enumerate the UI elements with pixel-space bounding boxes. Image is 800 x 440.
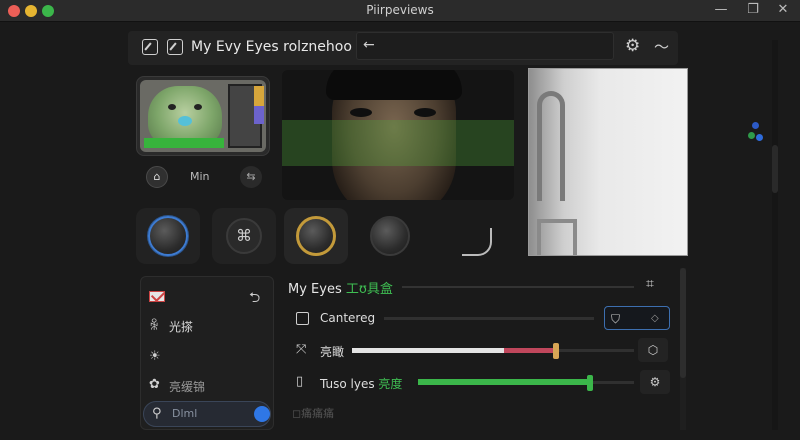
blue-dot [752, 122, 759, 129]
app-window: Piirpeviews — ❐ ✕ My Evy Eyes rolznehoo … [0, 0, 800, 440]
toolbar: My Evy Eyes rolznehoo ← ⚙ 〜 [128, 31, 678, 65]
status-dots [748, 122, 766, 144]
panel-title-cn: 工ʊ具盒 [345, 282, 393, 297]
dial-amber[interactable] [284, 208, 348, 264]
search-icon: ⚲ [152, 406, 162, 421]
wave-icon[interactable]: 〜 [654, 36, 669, 57]
door-stripe-purple [254, 106, 264, 124]
knob-icon [148, 216, 188, 256]
window-scrollbar-thumb[interactable] [772, 145, 778, 193]
footer-text: ◻痛痛痛 [292, 407, 335, 420]
gear-icon[interactable]: ⚙ [640, 370, 670, 394]
dog-collar [144, 138, 224, 148]
green-dot [748, 132, 755, 139]
row-tuso-lyes: ▯ Tuso lyes 亮度 ⚙ [284, 368, 680, 396]
hook-icon [446, 216, 492, 256]
toolbar-title: My Evy Eyes rolznehoo [191, 39, 352, 55]
window-title: Piirpeviews [366, 3, 434, 17]
shuffle-icon: ⤧ [296, 342, 307, 357]
sun-icon: ☀ [149, 349, 161, 364]
cantereg-checkbox[interactable] [296, 312, 309, 325]
sidebar-item-guangcha[interactable]: ꆜ 光搽 [141, 311, 275, 339]
return-icon[interactable]: ⮌ [249, 287, 260, 311]
sidebar-item-brightness[interactable]: ☀ [141, 343, 275, 371]
min-label[interactable]: Min [190, 170, 210, 183]
dog-eye-right [194, 104, 202, 110]
portrait-hair [326, 70, 462, 100]
maximize-icon[interactable]: ❐ [744, 1, 762, 19]
liangkan-slider-thumb[interactable] [553, 343, 560, 359]
face-icon: ꆜ [149, 319, 160, 334]
dial-command[interactable]: ⌘ [212, 208, 276, 264]
dog-eye-left [168, 104, 176, 110]
portrait-eye-left [350, 108, 372, 117]
dial-blue[interactable] [136, 208, 200, 264]
close-icon[interactable]: ✕ [774, 1, 792, 19]
sidebar-item-label: 亮缓锦 [169, 380, 206, 394]
row-cantereg: Cantereg ⛉ ◇ [284, 304, 680, 332]
portrait-image [282, 70, 514, 200]
thumbnail-controls: ⌂ Min ⇆ [136, 162, 270, 192]
hexagon-icon[interactable]: ⬡ [638, 338, 668, 362]
panel-scrollbar-thumb[interactable] [680, 268, 686, 378]
knob-icon [370, 216, 410, 256]
dog-nose [178, 116, 192, 126]
flower-icon: ✿ [149, 377, 160, 392]
liangkan-label: 亮瞰 [320, 345, 345, 359]
portrait-green-overlay [282, 120, 514, 166]
home-icon[interactable]: ⌂ [146, 166, 168, 188]
battery-icon: ▯ [296, 374, 304, 389]
command-icon: ⌘ [226, 218, 262, 254]
sidebar-item-label: Dlml [172, 407, 198, 420]
status-dot[interactable] [254, 406, 270, 422]
tuso-lyes-label: Tuso lyes 亮度 [320, 375, 402, 392]
row-liangkan: ⤧ 亮瞰 ⬡ [284, 336, 680, 364]
cantereg-track [384, 317, 594, 320]
tuso-lyes-label-en: Tuso lyes [320, 377, 375, 391]
dial-plain[interactable] [358, 208, 422, 264]
dog-thumbnail-image [140, 80, 266, 152]
dog-face [148, 86, 222, 146]
diamond-icon: ◇ [651, 313, 659, 324]
edit-icon[interactable] [142, 39, 158, 55]
panel-title-en: My Eyes [288, 282, 342, 297]
sidebar-item-active[interactable]: ⚲ Dlml [143, 401, 271, 427]
cantereg-label: Cantereg [320, 311, 376, 325]
cantereg-selector[interactable]: ⛉ ◇ [604, 306, 670, 330]
settings-panel: My Eyes 工ʊ具盒 ⌗ Cantereg ⛉ ◇ ⤧ 亮瞰 ⬡ ▯ Tus… [284, 272, 680, 430]
title-bar: Piirpeviews — ❐ ✕ [0, 0, 800, 22]
blue-dot [756, 134, 763, 141]
sidebar-item-label: 光搽 [169, 320, 194, 334]
mail-icon [149, 291, 165, 302]
sidebar-item-mail[interactable]: ⮌ [141, 283, 275, 311]
divider [402, 286, 634, 288]
knob-icon [296, 216, 336, 256]
liangkan-fill-red [504, 348, 556, 353]
swap-icon[interactable]: ⇆ [240, 166, 262, 188]
back-arrow-icon[interactable]: ← [363, 37, 375, 53]
liangkan-fill-white [352, 348, 505, 353]
shield-icon: ⛉ [611, 312, 621, 326]
sidebar: ⮌ ꆜ 光搽 ☀ ✿ 亮缓锦 ⚲ Dlml [140, 276, 274, 430]
thumbnail-card[interactable] [136, 76, 270, 156]
search-input[interactable]: ← [356, 32, 614, 60]
gear-icon[interactable]: ⚙ [625, 36, 640, 56]
edit-document-icon[interactable] [167, 39, 183, 55]
dial-hook[interactable] [434, 208, 498, 264]
interior-photo [528, 68, 688, 256]
sidebar-item-liangjin[interactable]: ✿ 亮缓锦 [141, 371, 275, 399]
tuso-lyes-fill [418, 379, 589, 385]
arch-window [537, 91, 565, 201]
door-stripe-amber [254, 86, 264, 106]
grid-icon[interactable]: ⌗ [646, 276, 654, 292]
portrait-eye-right [414, 108, 436, 117]
tuso-lyes-label-cn: 亮度 [378, 377, 403, 391]
panel-title: My Eyes 工ʊ具盒 [288, 278, 393, 297]
minimize-icon[interactable]: — [712, 1, 730, 19]
doorframe [537, 219, 577, 255]
window-scrollbar-track[interactable] [772, 40, 778, 430]
tuso-lyes-slider-thumb[interactable] [586, 375, 593, 391]
